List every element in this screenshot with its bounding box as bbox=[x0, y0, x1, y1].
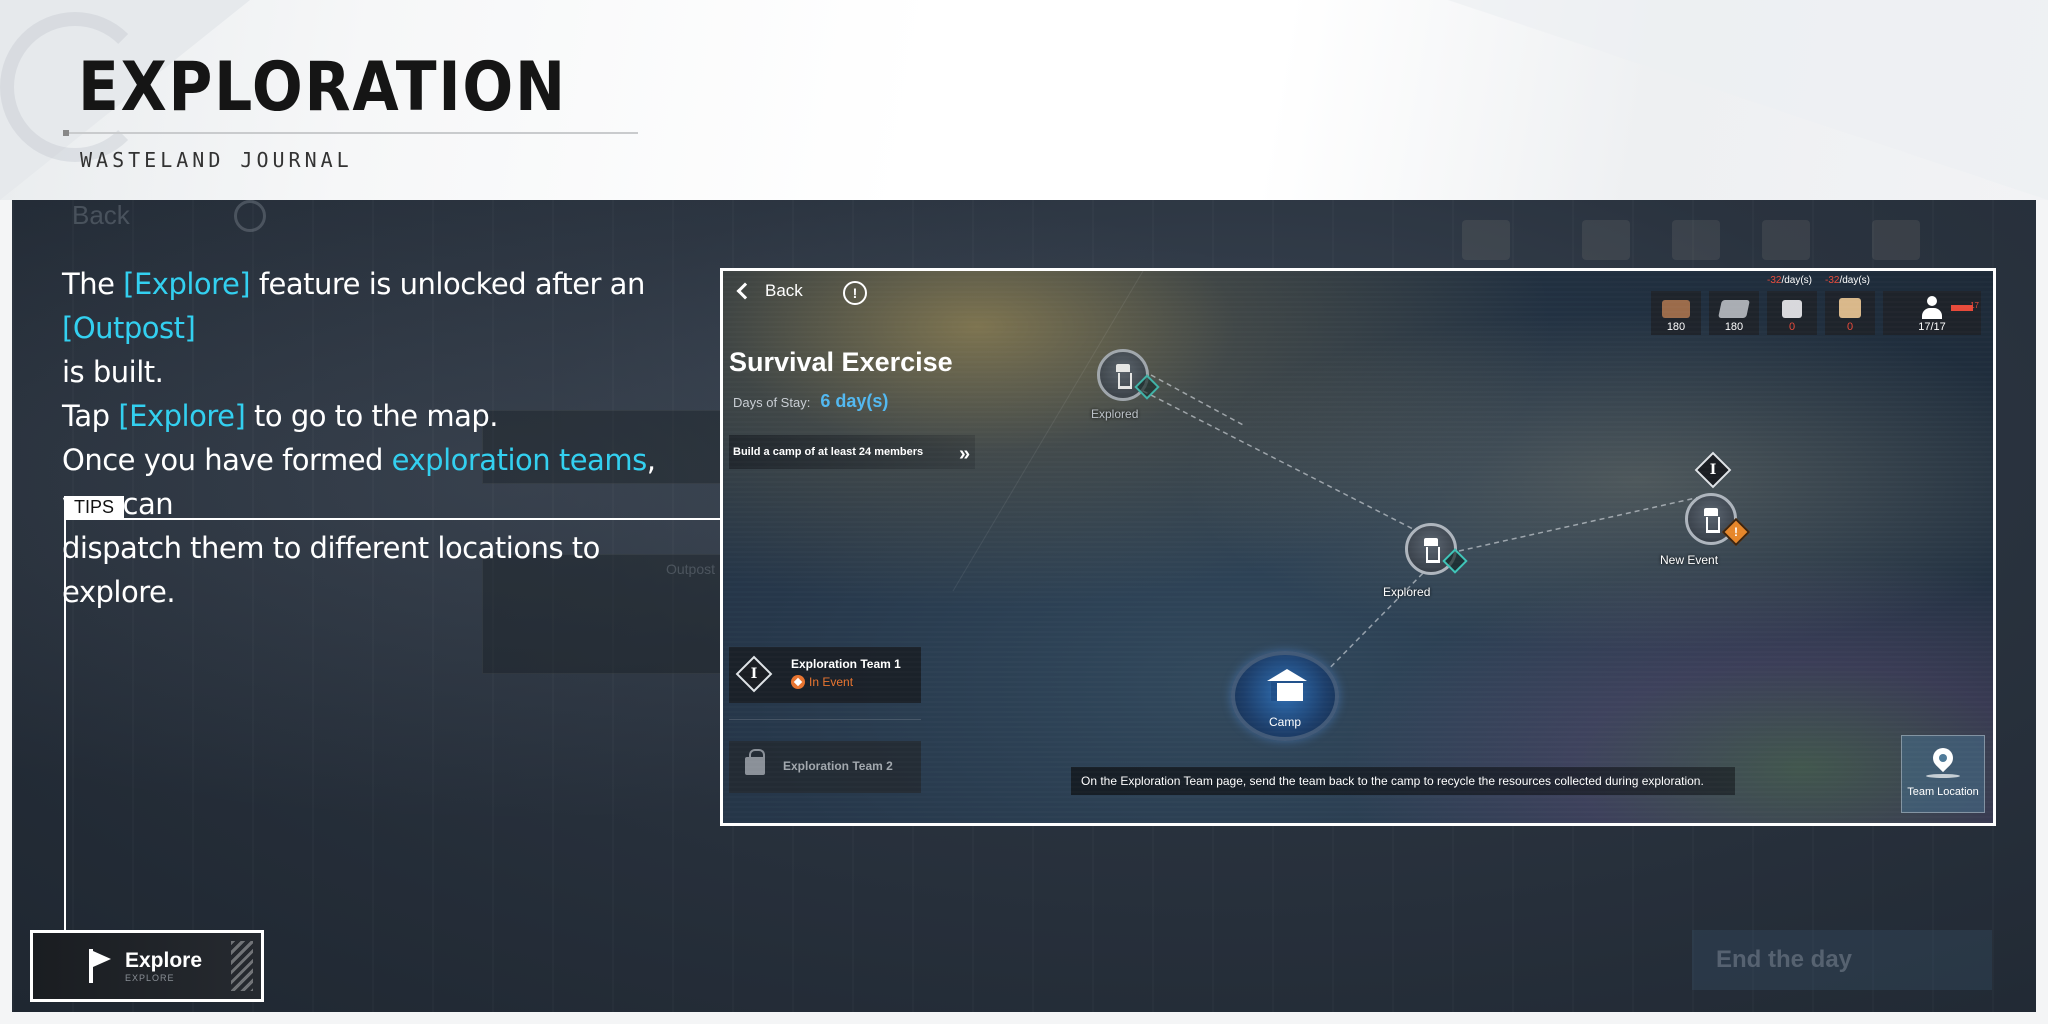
outpost-keyword: [Outpost] bbox=[62, 311, 196, 345]
flag-icon bbox=[89, 949, 113, 983]
tutorial-line: Tap [Explore] to go to the map. bbox=[62, 399, 498, 433]
map-screenshot: Back ! Survival Exercise Days of Stay: 6… bbox=[720, 268, 1996, 826]
tips-connector bbox=[64, 518, 722, 520]
resource-food[interactable]: -32/day(s) 0 bbox=[1825, 275, 1875, 335]
camp-label: Camp bbox=[1268, 715, 1301, 729]
map-node-event[interactable]: ! bbox=[1685, 493, 1751, 547]
resource-value: 180 bbox=[1724, 321, 1744, 333]
chevron-left-icon bbox=[736, 282, 754, 300]
location-pin-icon bbox=[1928, 743, 1958, 773]
pin-shadow bbox=[1926, 774, 1960, 778]
days-label: Days of Stay: bbox=[733, 395, 811, 410]
resource-population[interactable]: 17/17 17 bbox=[1883, 291, 1981, 335]
camp-icon bbox=[1267, 669, 1307, 703]
resource-metal[interactable]: 180 bbox=[1709, 291, 1759, 335]
watchtower-icon bbox=[1114, 364, 1132, 389]
wood-icon bbox=[1662, 300, 1690, 318]
tutorial-text: The [Explore] feature is unlocked after … bbox=[62, 262, 702, 614]
explore-keyword: [Explore] bbox=[123, 267, 251, 301]
background-resource bbox=[1872, 220, 1920, 260]
background-info-icon bbox=[234, 200, 266, 232]
divider-dot bbox=[63, 130, 69, 136]
back-button[interactable]: Back bbox=[736, 281, 803, 301]
page-subtitle: WASTELAND JOURNAL bbox=[80, 148, 353, 172]
background-resource bbox=[1582, 220, 1630, 260]
team-card-1[interactable]: I Exploration Team 1 In Event bbox=[729, 647, 921, 703]
mission-task[interactable]: Build a camp of at least 24 members bbox=[729, 435, 975, 469]
background-resource bbox=[1462, 220, 1510, 260]
explore-button[interactable]: Explore EXPLORE bbox=[30, 930, 264, 1002]
exploration-teams-keyword: exploration teams bbox=[391, 443, 648, 477]
bed-count: 17 bbox=[1970, 301, 1979, 310]
map-node-explored[interactable] bbox=[1405, 523, 1468, 575]
hint-banner: On the Exploration Team page, send the t… bbox=[1071, 767, 1735, 795]
watchtower-icon bbox=[1702, 508, 1720, 533]
resource-medicine[interactable]: -32/day(s) 0 bbox=[1767, 275, 1817, 335]
tutorial-line: Once you have formed exploration teams, … bbox=[62, 443, 656, 521]
metal-icon bbox=[1718, 300, 1750, 318]
background-resource bbox=[1672, 220, 1720, 260]
resource-rate: -32/day(s) bbox=[1825, 275, 1871, 286]
resource-rate: -32/day(s) bbox=[1767, 275, 1813, 286]
background-end-day-button: End the day bbox=[1692, 930, 1992, 990]
resource-value: 17/17 bbox=[1918, 321, 1946, 333]
explore-button-label: Explore bbox=[125, 949, 203, 972]
divider bbox=[729, 719, 921, 720]
node-label: Explored bbox=[1091, 407, 1139, 421]
resource-value: 0 bbox=[1846, 321, 1854, 333]
team-name: Exploration Team 1 bbox=[791, 657, 901, 671]
map-node-explored[interactable] bbox=[1097, 349, 1160, 401]
expand-icon[interactable]: » bbox=[959, 443, 970, 466]
tutorial-line: is built. bbox=[62, 355, 164, 389]
back-label: Back bbox=[765, 281, 803, 300]
team-status: In Event bbox=[791, 675, 853, 689]
mission-title: Survival Exercise bbox=[729, 347, 953, 377]
info-icon[interactable]: ! bbox=[843, 281, 867, 305]
tips-connector bbox=[64, 518, 66, 930]
days-value: 6 day(s) bbox=[820, 391, 889, 411]
team-location-button[interactable]: Team Location bbox=[1901, 735, 1985, 813]
event-status-icon bbox=[791, 675, 805, 689]
background-resource bbox=[1762, 220, 1810, 260]
header-decoration bbox=[1448, 0, 2048, 200]
button-decoration bbox=[231, 941, 253, 991]
medicine-icon bbox=[1782, 300, 1802, 318]
watchtower-icon bbox=[1422, 538, 1440, 563]
days-of-stay: Days of Stay: 6 day(s) bbox=[733, 391, 888, 412]
camp-node[interactable]: Camp bbox=[1231, 651, 1339, 741]
resource-value: 180 bbox=[1666, 321, 1686, 333]
tutorial-line: The [Explore] feature is unlocked after … bbox=[62, 267, 645, 345]
team-marker-icon: I bbox=[735, 655, 773, 693]
tutorial-line: dispatch them to different locations to … bbox=[62, 531, 600, 609]
resource-value: 0 bbox=[1788, 321, 1796, 333]
page-title: EXPLORATION bbox=[78, 48, 567, 127]
node-label: New Event bbox=[1660, 553, 1719, 567]
explore-keyword: [Explore] bbox=[118, 399, 246, 433]
explore-button-sublabel: EXPLORE bbox=[125, 973, 175, 983]
node-label: Explored bbox=[1383, 585, 1431, 599]
tips-label: TIPS bbox=[64, 496, 125, 518]
population-icon bbox=[1919, 296, 1945, 320]
lock-icon bbox=[745, 749, 765, 775]
team-card-2[interactable]: Exploration Team 2 bbox=[729, 741, 921, 793]
team-location-label: Team Location bbox=[1907, 786, 1979, 798]
resource-wood[interactable]: 180 bbox=[1651, 291, 1701, 335]
team-name: Exploration Team 2 bbox=[783, 759, 893, 773]
background-back-label: Back bbox=[72, 200, 130, 230]
title-divider bbox=[64, 132, 638, 134]
resource-bar: 180 180 -32/day(s) 0 -32/day(s) 0 17/17 … bbox=[1651, 275, 1981, 335]
food-icon bbox=[1839, 298, 1861, 318]
